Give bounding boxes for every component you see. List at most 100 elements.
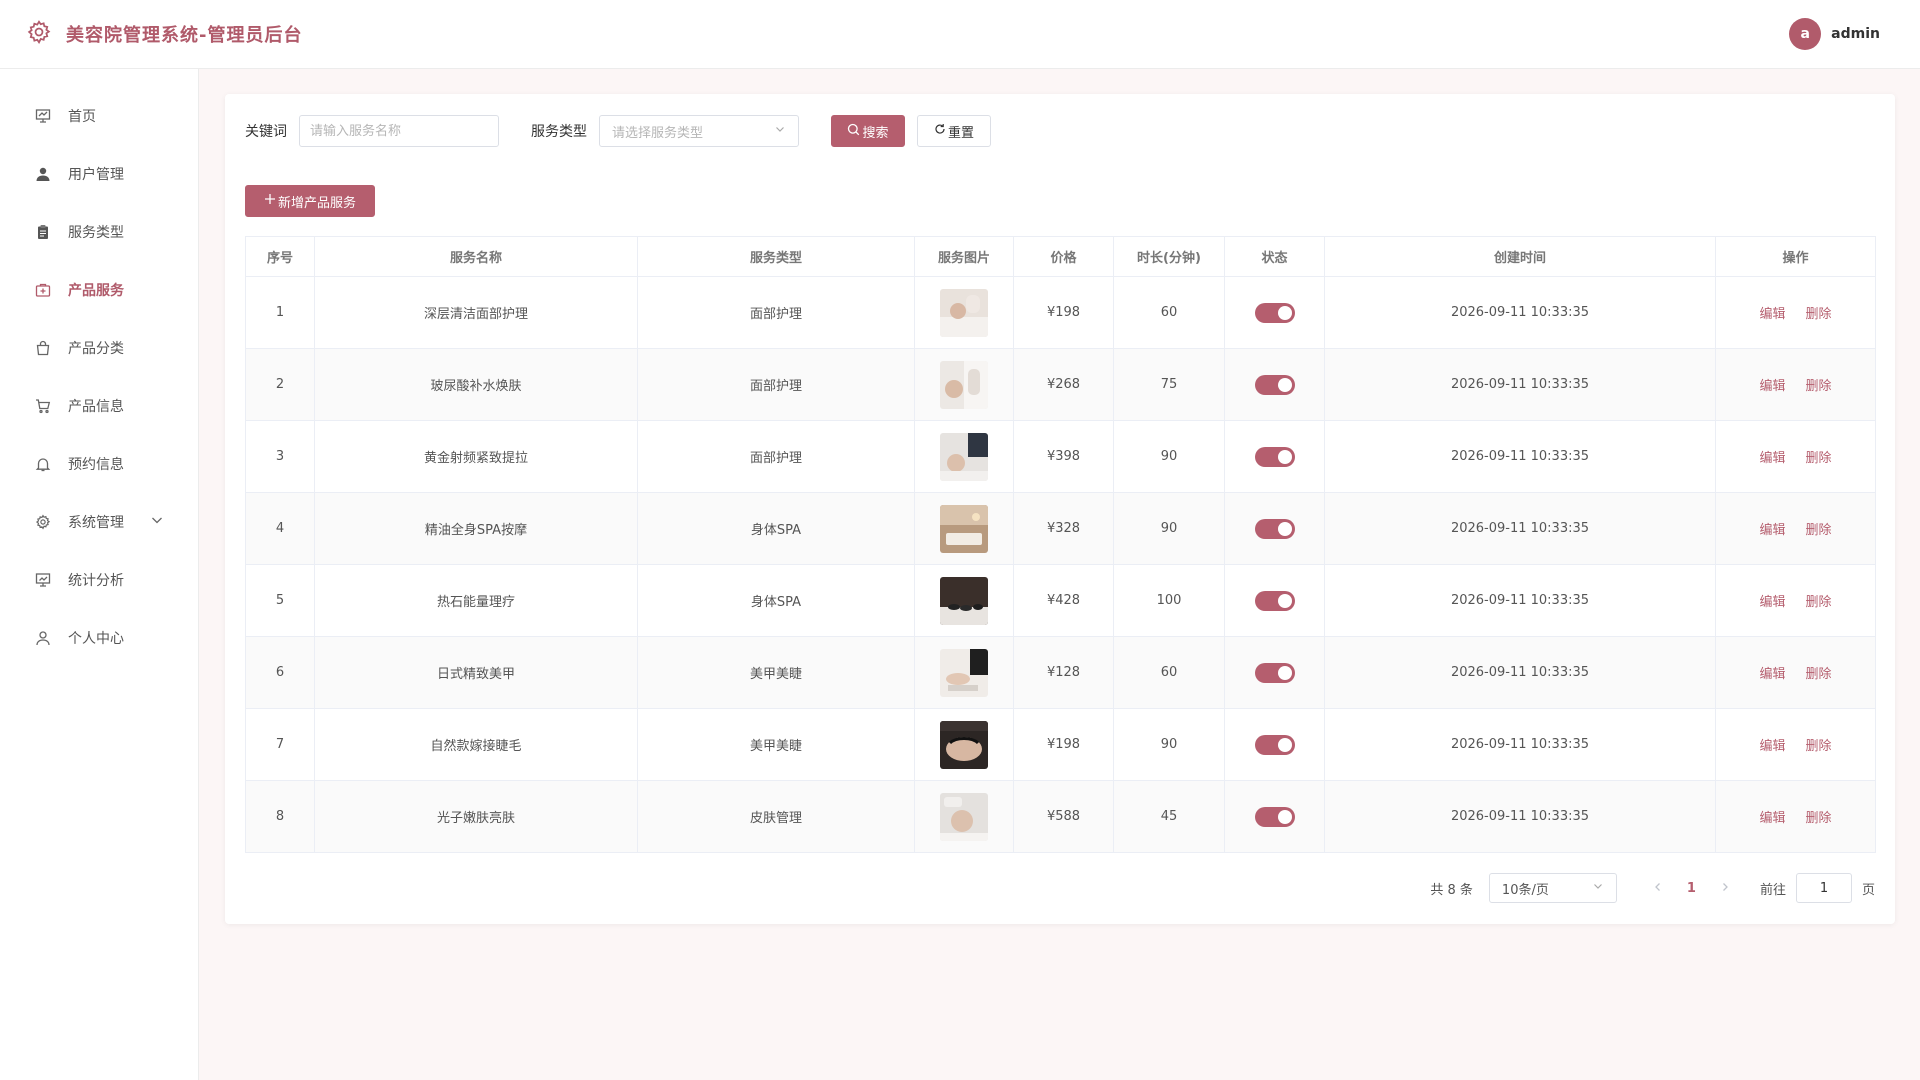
chart-icon — [34, 571, 52, 589]
status-toggle[interactable] — [1254, 734, 1295, 755]
created-time: 2026-09-11 10:33:35 — [1324, 780, 1716, 853]
service-price: ¥268 — [1013, 348, 1114, 421]
service-price: ¥398 — [1013, 420, 1114, 493]
sidebar-item-appointments[interactable]: 预约信息 — [0, 435, 198, 493]
row-index: 6 — [245, 636, 315, 709]
column-header: 创建时间 — [1324, 236, 1716, 277]
search-icon — [847, 123, 860, 140]
sidebar-item-statistics[interactable]: 统计分析 — [0, 551, 198, 609]
service-duration: 90 — [1113, 492, 1225, 565]
top-header: 美容院管理系统-管理员后台 a admin — [0, 0, 1920, 69]
edit-button[interactable]: 编辑 — [1759, 307, 1785, 322]
sidebar-item-service-types[interactable]: 服务类型 — [0, 203, 198, 261]
status-toggle[interactable] — [1254, 302, 1295, 323]
edit-button[interactable]: 编辑 — [1759, 739, 1785, 754]
chevron-down-icon[interactable] — [150, 513, 164, 531]
status-toggle[interactable] — [1254, 446, 1295, 467]
person-icon — [34, 629, 52, 647]
table-row: 3 黄金射频紧致提拉 面部护理 ¥398 90 2026-09-11 10:33… — [245, 420, 1876, 493]
user-menu[interactable]: a admin — [1789, 18, 1880, 50]
page-size-value: 10条/页 — [1501, 882, 1549, 898]
search-button[interactable]: 搜索 — [831, 115, 905, 147]
column-header: 操作 — [1715, 236, 1876, 277]
next-page-icon[interactable] — [1720, 881, 1730, 896]
service-price: ¥198 — [1013, 708, 1114, 781]
service-image[interactable] — [940, 576, 988, 625]
page-number[interactable]: 1 — [1687, 881, 1696, 896]
sidebar-item-label: 产品服务 — [68, 283, 124, 299]
add-service-button[interactable]: 新增产品服务 — [245, 185, 375, 217]
service-name: 光子嫩肤亮肤 — [314, 780, 638, 853]
page-size-select[interactable]: 10条/页 — [1488, 873, 1617, 903]
edit-button[interactable]: 编辑 — [1759, 811, 1785, 826]
delete-button[interactable]: 删除 — [1806, 739, 1832, 754]
created-time: 2026-09-11 10:33:35 — [1324, 564, 1716, 637]
reset-button[interactable]: 重置 — [917, 115, 991, 147]
sidebar-item-product-categories[interactable]: 产品分类 — [0, 319, 198, 377]
filter-bar: 关键词 服务类型 请选择服务类型 搜索 重置 — [245, 115, 991, 147]
goto-page-input[interactable] — [1795, 873, 1852, 903]
sidebar-item-product-info[interactable]: 产品信息 — [0, 377, 198, 435]
reset-button-label: 重置 — [947, 125, 974, 141]
service-name: 热石能量理疗 — [314, 564, 638, 637]
service-image[interactable] — [940, 432, 988, 481]
status-toggle[interactable] — [1254, 374, 1295, 395]
service-type: 面部护理 — [637, 276, 915, 349]
sidebar-item-label: 个人中心 — [68, 631, 124, 647]
home-icon — [34, 107, 52, 125]
sidebar-item-label: 系统管理 — [68, 515, 124, 531]
edit-button[interactable]: 编辑 — [1759, 451, 1785, 466]
service-duration: 60 — [1113, 636, 1225, 709]
sidebar-item-home[interactable]: 首页 — [0, 87, 198, 145]
sidebar-item-users[interactable]: 用户管理 — [0, 145, 198, 203]
delete-button[interactable]: 删除 — [1806, 451, 1832, 466]
delete-button[interactable]: 删除 — [1806, 667, 1832, 682]
prev-page-icon[interactable] — [1653, 881, 1663, 896]
edit-button[interactable]: 编辑 — [1759, 667, 1785, 682]
delete-button[interactable]: 删除 — [1806, 523, 1832, 538]
service-price: ¥128 — [1013, 636, 1114, 709]
plus-icon — [264, 193, 276, 209]
service-image[interactable] — [940, 288, 988, 337]
row-index: 7 — [245, 708, 315, 781]
service-type-select[interactable]: 请选择服务类型 — [599, 115, 799, 147]
service-type: 美甲美睫 — [637, 636, 915, 709]
edit-button[interactable]: 编辑 — [1759, 523, 1785, 538]
sidebar-item-product-services[interactable]: 产品服务 — [0, 261, 198, 319]
avatar[interactable]: a — [1789, 18, 1822, 50]
service-type: 身体SPA — [637, 564, 915, 637]
keyword-input[interactable] — [299, 115, 499, 147]
service-image[interactable] — [940, 648, 988, 697]
status-toggle[interactable] — [1254, 806, 1295, 827]
service-image[interactable] — [940, 504, 988, 553]
delete-button[interactable]: 删除 — [1806, 595, 1832, 610]
service-name: 日式精致美甲 — [314, 636, 638, 709]
service-price: ¥328 — [1013, 492, 1114, 565]
pagination-total: 共 8 条 — [1430, 882, 1473, 898]
status-toggle[interactable] — [1254, 590, 1295, 611]
status-toggle[interactable] — [1254, 662, 1295, 683]
username[interactable]: admin — [1831, 26, 1880, 42]
service-name: 精油全身SPA按摩 — [314, 492, 638, 565]
pagination: 共 8 条 10条/页 1 前往 页 — [1430, 872, 1875, 904]
delete-button[interactable]: 删除 — [1806, 811, 1832, 826]
service-name: 玻尿酸补水焕肤 — [314, 348, 638, 421]
column-header: 服务类型 — [637, 236, 915, 277]
service-image[interactable] — [940, 720, 988, 769]
service-image[interactable] — [940, 360, 988, 409]
sidebar-item-label: 产品信息 — [68, 399, 124, 415]
row-index: 3 — [245, 420, 315, 493]
service-type-placeholder: 请选择服务类型 — [612, 125, 704, 141]
row-index: 1 — [245, 276, 315, 349]
gear-icon — [34, 513, 52, 531]
medical-box-icon — [34, 281, 52, 299]
delete-button[interactable]: 删除 — [1806, 307, 1832, 322]
sidebar-item-profile[interactable]: 个人中心 — [0, 609, 198, 667]
edit-button[interactable]: 编辑 — [1759, 379, 1785, 394]
status-toggle[interactable] — [1254, 518, 1295, 539]
sidebar-item-system-management[interactable]: 系统管理 — [0, 493, 198, 551]
service-image[interactable] — [940, 792, 988, 841]
table-row: 6 日式精致美甲 美甲美睫 ¥128 60 2026-09-11 10:33:3… — [245, 636, 1876, 709]
delete-button[interactable]: 删除 — [1806, 379, 1832, 394]
edit-button[interactable]: 编辑 — [1759, 595, 1785, 610]
